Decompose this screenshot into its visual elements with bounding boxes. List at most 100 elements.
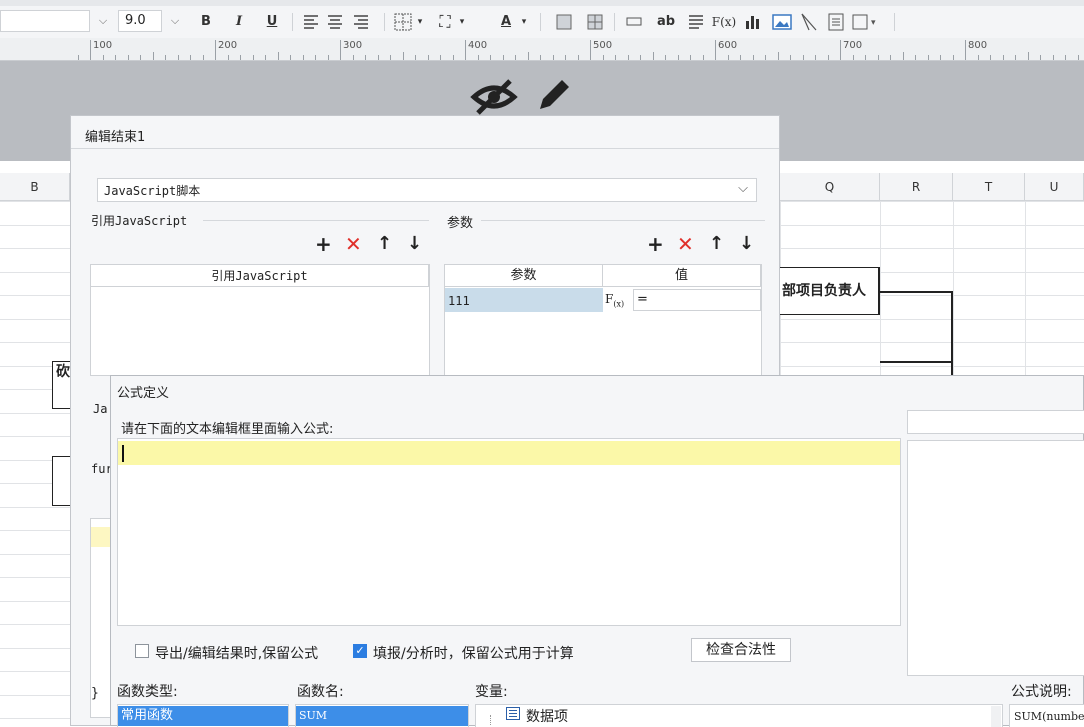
- page-icon[interactable]: [828, 13, 844, 31]
- ruler-tick: [327, 55, 329, 60]
- add-ref-icon[interactable]: +: [315, 234, 332, 254]
- text-widget-button[interactable]: ab: [655, 12, 677, 32]
- underline-button[interactable]: U: [261, 12, 283, 32]
- script-type-select[interactable]: JavaScript脚本 ⌵: [97, 178, 757, 202]
- keep-formula-export-checkbox[interactable]: [135, 644, 149, 658]
- column-header-u[interactable]: U: [1025, 173, 1084, 201]
- italic-button[interactable]: I: [228, 12, 250, 32]
- function-name-list[interactable]: SUM: [295, 704, 469, 727]
- chevron-down-icon[interactable]: ▾: [518, 12, 530, 32]
- ruler-tick: [152, 52, 154, 60]
- ruler-tick: [740, 55, 741, 60]
- align-buttons-icon[interactable]: [302, 14, 374, 30]
- ruler-label: 400: [468, 40, 488, 51]
- group-line: [481, 220, 765, 221]
- font-family-dropdown[interactable]: [0, 10, 90, 32]
- param-name-cell[interactable]: 111: [445, 288, 603, 312]
- column-header-q[interactable]: Q: [780, 173, 880, 201]
- hide-eye-icon[interactable]: [470, 77, 520, 117]
- fill-color-icon[interactable]: ⛶: [434, 12, 456, 32]
- delete-param-icon[interactable]: ✕: [677, 234, 694, 254]
- frame-dropdown-icon[interactable]: ▾: [852, 13, 882, 31]
- ruler-tick: [690, 55, 691, 60]
- ruler-tick: [565, 55, 566, 60]
- ruler-tick: [190, 55, 191, 60]
- ruler-tick: [902, 52, 904, 60]
- dialog-title: 编辑结束1: [85, 130, 146, 145]
- cell-border: [880, 361, 952, 363]
- delete-ref-icon[interactable]: ✕: [345, 234, 362, 254]
- left-cell-fragment[interactable]: 砍: [52, 361, 70, 409]
- text-field-icon[interactable]: [626, 17, 642, 27]
- chevron-down-icon[interactable]: ▾: [456, 12, 468, 32]
- add-param-icon[interactable]: +: [647, 234, 664, 254]
- function-type-list[interactable]: 常用函数: [117, 704, 289, 727]
- formula-button[interactable]: F(x): [710, 12, 738, 32]
- bold-button[interactable]: B: [195, 12, 217, 32]
- dialog-title: 公式定义: [117, 386, 170, 401]
- function-name-selected[interactable]: SUM: [296, 706, 468, 726]
- ruler-tick: [302, 55, 304, 60]
- ruler-tick: [602, 55, 604, 60]
- ruler-label: 100: [93, 40, 113, 51]
- formula-editor[interactable]: [117, 438, 901, 626]
- ruler-tick: [1040, 55, 1041, 60]
- param-value-input[interactable]: =: [633, 289, 761, 311]
- ruler-tick: [1002, 55, 1004, 60]
- border-icon[interactable]: [394, 13, 412, 31]
- function-type-selected[interactable]: 常用函数: [118, 706, 288, 726]
- check-validity-button[interactable]: 检查合法性: [691, 638, 791, 662]
- ruler-tick: [952, 55, 954, 60]
- js-label-fragment: Ja: [93, 402, 108, 416]
- chevron-down-icon[interactable]: ▾: [414, 12, 426, 32]
- move-down-ref-icon[interactable]: ↓: [407, 234, 422, 254]
- ruler-tick: [865, 55, 866, 60]
- chart-icon[interactable]: [744, 13, 762, 31]
- move-down-param-icon[interactable]: ↓: [739, 234, 754, 254]
- param-name-header[interactable]: 参数: [445, 265, 603, 287]
- ruler-label: 300: [343, 40, 363, 51]
- current-line-highlight: [91, 527, 111, 547]
- responsible-person-cell[interactable]: 部项目负责人: [779, 267, 880, 315]
- toolbar-separator: [614, 13, 615, 31]
- column-header-r[interactable]: R: [880, 173, 953, 201]
- chevron-down-icon[interactable]: ⌵: [92, 10, 114, 32]
- keep-formula-fill-checkbox[interactable]: ✓: [353, 644, 367, 658]
- ruler-label: 500: [593, 40, 613, 51]
- chevron-down-icon[interactable]: ⌵: [738, 181, 748, 196]
- move-up-param-icon[interactable]: ↑: [709, 234, 724, 254]
- slash-line-icon[interactable]: [800, 12, 818, 32]
- chevron-down-icon[interactable]: ⌵: [164, 10, 186, 32]
- closing-brace: }: [91, 686, 99, 701]
- ruler-tick: [290, 55, 291, 60]
- move-up-ref-icon[interactable]: ↑: [377, 234, 392, 254]
- formula-search-input[interactable]: [907, 410, 1084, 434]
- merge-cells-icon[interactable]: [556, 13, 606, 31]
- param-value-header[interactable]: 值: [603, 265, 761, 287]
- data-item-label[interactable]: 数据项: [526, 706, 568, 726]
- variable-tree[interactable]: 数据项: [475, 704, 1003, 727]
- formula-description-label: 公式说明:: [1011, 684, 1072, 700]
- ruler-tick: [390, 55, 391, 60]
- horizontal-ruler: 100 200 300 400 500 600 700 800: [0, 38, 1084, 61]
- paragraph-icon[interactable]: [688, 14, 704, 30]
- ruler-tick: [665, 55, 666, 60]
- text-color-button[interactable]: A: [496, 12, 516, 32]
- ref-js-column-header[interactable]: 引用JavaScript: [91, 265, 429, 287]
- pencil-icon[interactable]: [534, 75, 574, 115]
- toolbar-top-strip: [0, 0, 1084, 6]
- ruler-tick: [415, 55, 416, 60]
- font-size-dropdown[interactable]: 9.0: [118, 10, 162, 32]
- image-icon[interactable]: [772, 13, 792, 31]
- formula-icon[interactable]: F(x): [605, 289, 633, 311]
- tree-scrollbar[interactable]: [991, 706, 1001, 727]
- format-toolbar: ⌵ 9.0 ⌵ B I U ▾ ⛶ ▾ A ▾ ab F(x) ▾: [0, 0, 1084, 39]
- ruler-tick: [477, 55, 479, 60]
- ruler-tick: [640, 55, 641, 60]
- keep-formula-fill-label: 填报/分析时，保留公式用于计算: [373, 646, 574, 662]
- title-divider: [71, 148, 779, 149]
- column-header-t[interactable]: T: [953, 173, 1025, 201]
- column-header-b[interactable]: B: [0, 173, 70, 201]
- keep-formula-export-label: 导出/编辑结果时,保留公式: [155, 646, 319, 662]
- ruler-tick: [102, 55, 104, 60]
